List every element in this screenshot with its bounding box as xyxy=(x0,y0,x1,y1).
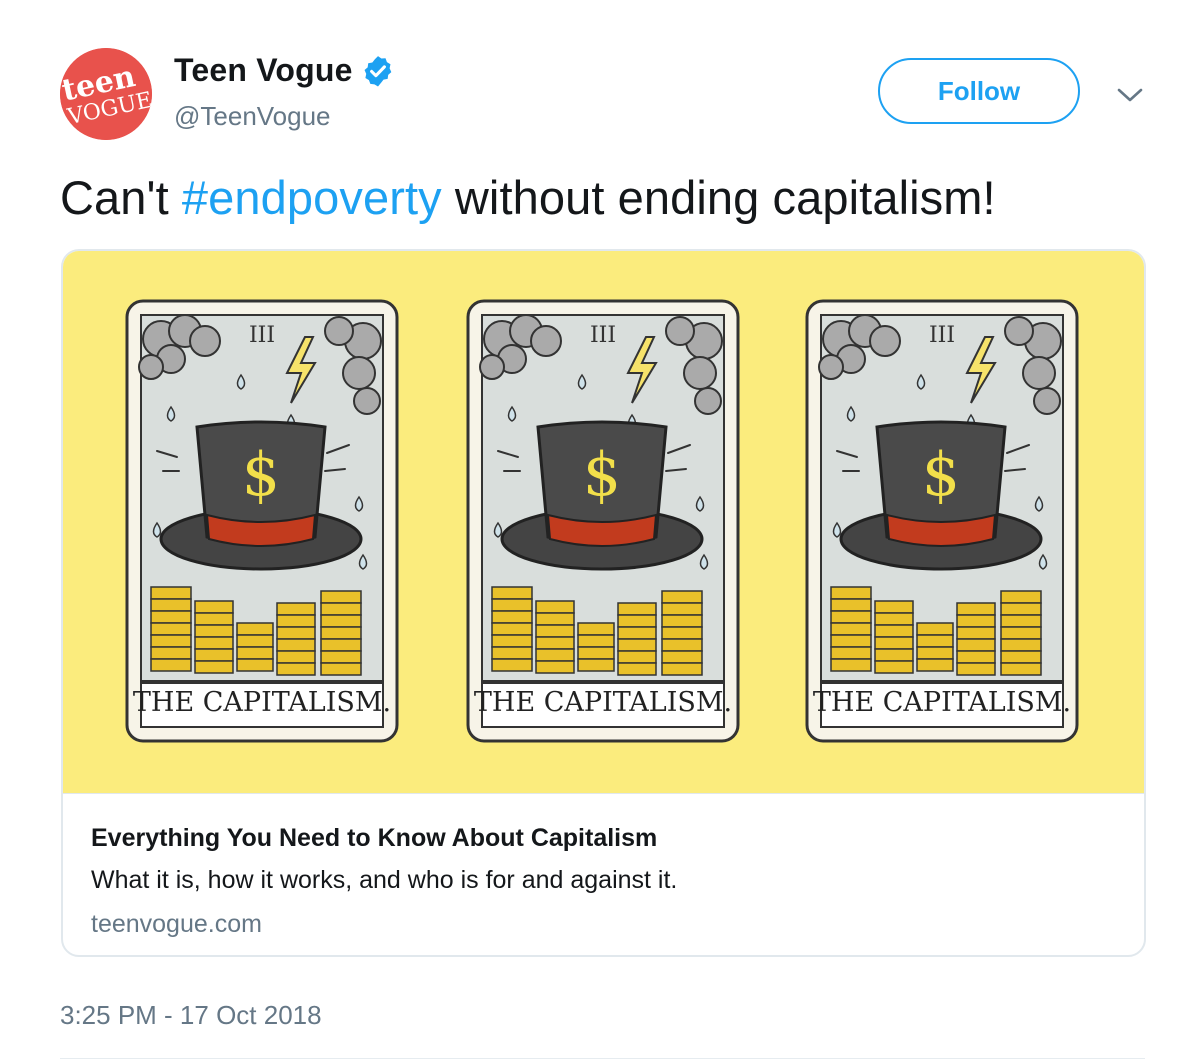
divider xyxy=(60,1058,1145,1059)
tarot-label: THE CAPITALISM. xyxy=(133,687,391,718)
avatar[interactable]: teen VOGUE xyxy=(60,48,152,140)
name-row: Teen Vogue xyxy=(174,52,395,89)
card-domain: teenvogue.com xyxy=(91,910,262,938)
follow-button[interactable]: Follow xyxy=(878,58,1080,124)
tarot-illustration: $ xyxy=(125,299,1079,743)
tarot-card-3: III THE CAPITALISM. xyxy=(805,299,1079,743)
card-title[interactable]: Everything You Need to Know About Capita… xyxy=(91,824,657,853)
tarot-numeral: III xyxy=(249,323,275,348)
tweet-text: Can't #endpoverty without ending capital… xyxy=(60,170,996,225)
tweet-text-start: Can't xyxy=(60,171,182,224)
tweet-header: teen VOGUE Teen Vogue @TeenVogue Follow xyxy=(0,0,1200,150)
teen-vogue-logo: teen VOGUE xyxy=(60,48,152,140)
hashtag-link[interactable]: #endpoverty xyxy=(182,171,442,224)
verified-badge-icon xyxy=(364,55,391,86)
tarot-card-2: III THE CAPITALISM. xyxy=(466,299,740,743)
tarot-numeral: III xyxy=(929,323,955,348)
link-card[interactable]: $ xyxy=(61,249,1146,957)
tarot-numeral: III xyxy=(590,323,616,348)
tweet-timestamp[interactable]: 3:25 PM - 17 Oct 2018 xyxy=(60,1000,322,1031)
card-image[interactable]: $ xyxy=(63,251,1144,793)
tarot-label: THE CAPITALISM. xyxy=(813,687,1071,718)
tarot-card-1: III THE CAPITALISM. xyxy=(125,299,399,743)
account-handle[interactable]: @TeenVogue xyxy=(174,101,331,132)
card-description: What it is, how it works, and who is for… xyxy=(91,866,678,894)
tarot-label: THE CAPITALISM. xyxy=(474,687,732,718)
display-name[interactable]: Teen Vogue xyxy=(174,52,353,89)
chevron-down-icon[interactable] xyxy=(1116,86,1144,104)
tweet-text-end: without ending capitalism! xyxy=(441,171,996,224)
card-info[interactable]: Everything You Need to Know About Capita… xyxy=(63,793,1144,955)
